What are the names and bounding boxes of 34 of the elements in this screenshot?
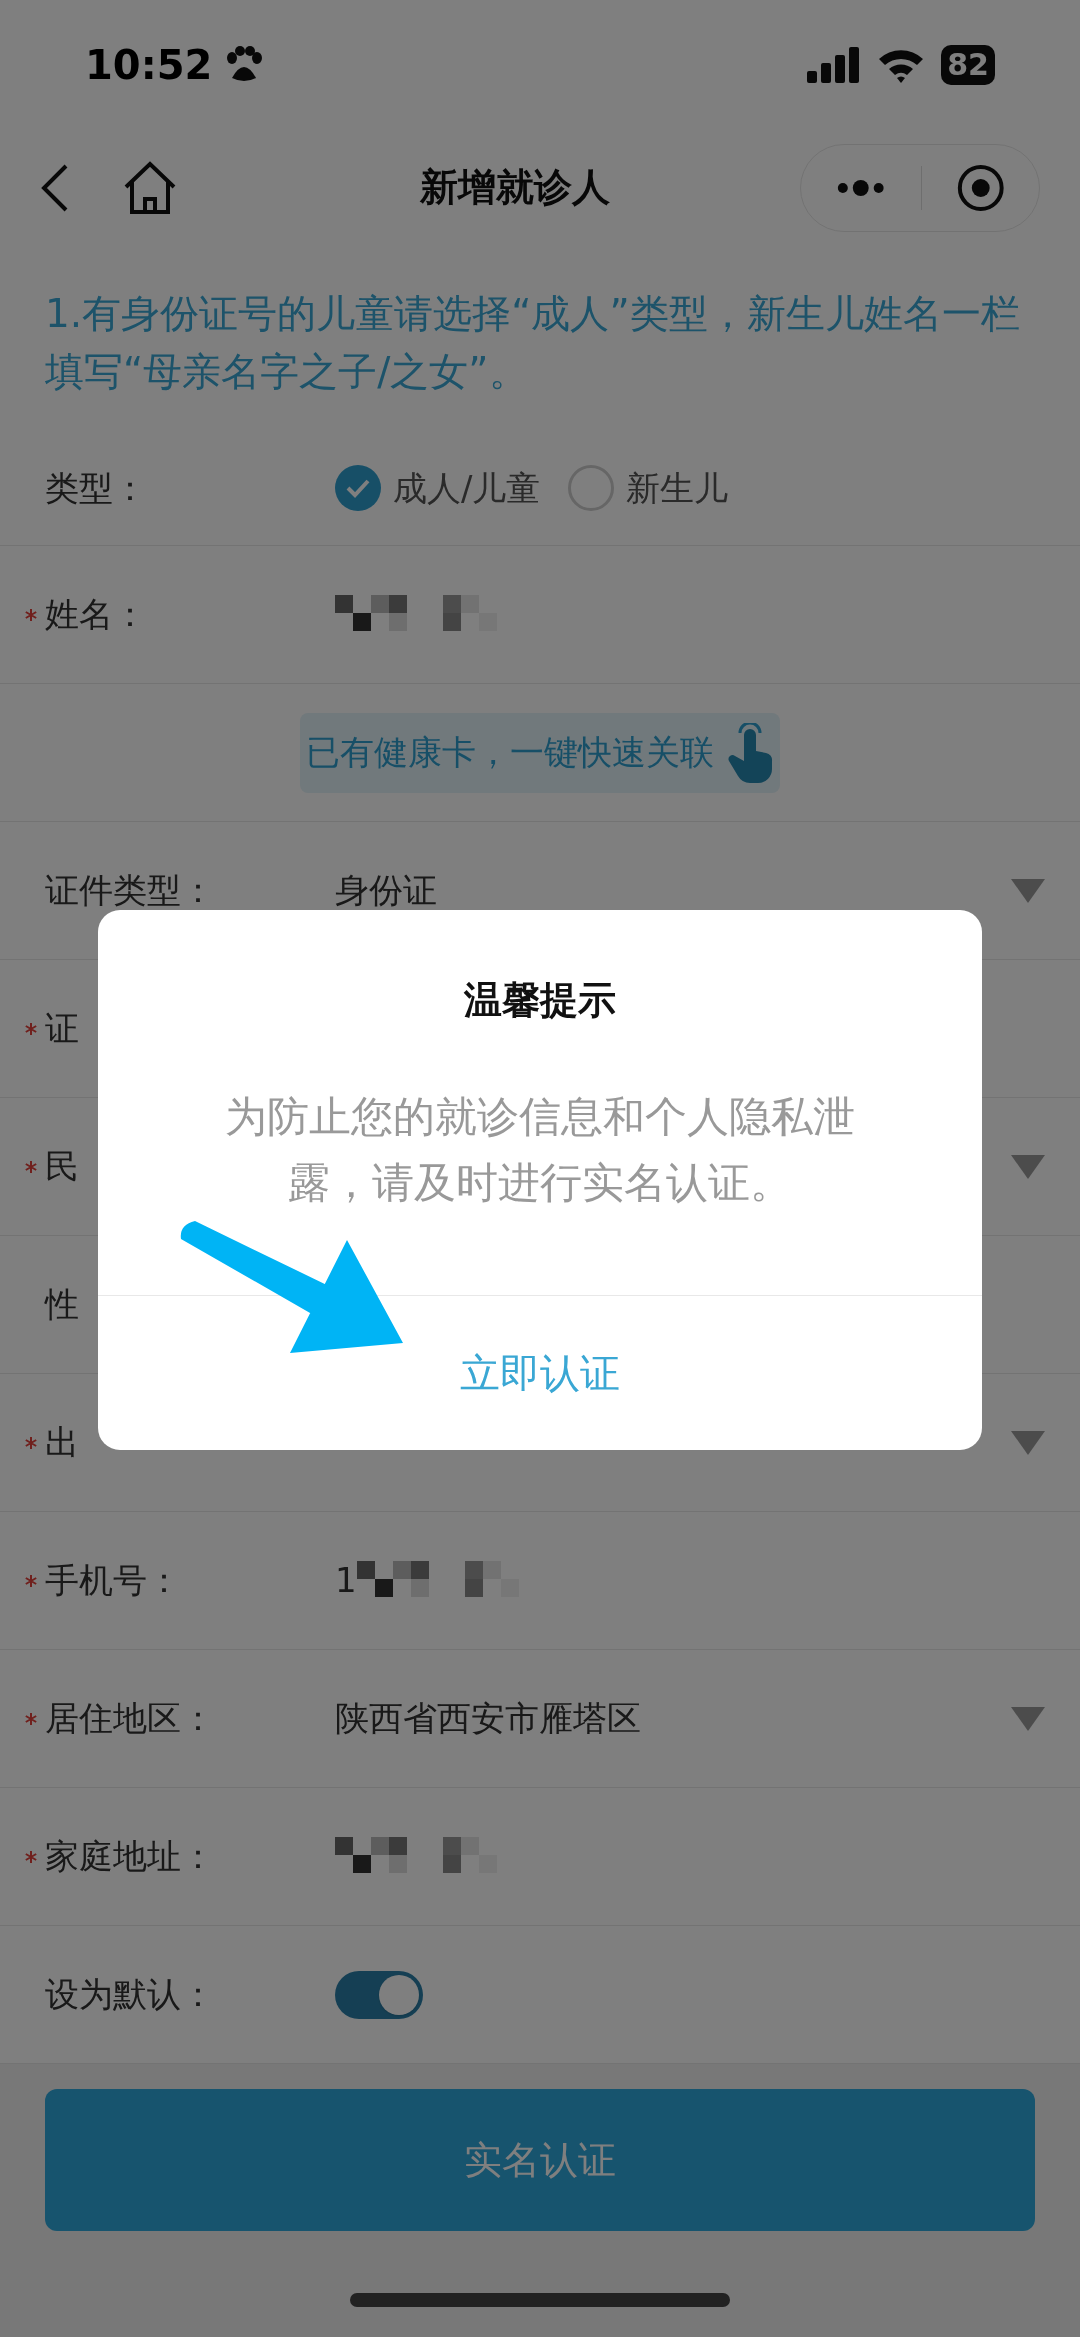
field-label: 出 [45,1421,79,1464]
field-value: 陕西省西安市雁塔区 [335,1697,641,1740]
verify-now-button[interactable]: 立即认证 [450,1335,630,1411]
field-value: 1 [335,1559,357,1602]
battery-indicator: 82 [941,45,995,85]
tap-hand-icon [726,722,774,783]
field-label: 家庭地址： [45,1835,215,1878]
home-icon[interactable] [122,160,178,215]
field-label: 证件类型： [45,869,215,912]
link-health-card-button[interactable]: 已有健康卡，一键快速关联 [300,712,780,793]
checked-circle-icon [335,465,381,511]
dialog-title: 温馨提示 [463,977,617,1024]
page-title: 新增就诊人 [420,164,610,211]
status-time: 10:52 [85,41,213,90]
field-label: 类型： [45,466,147,510]
radio-circle-icon [568,465,615,511]
field-label: 居住地区： [45,1697,215,1740]
paw-icon [224,46,265,84]
field-label: 设为默认： [45,1973,215,2016]
wifi-icon [877,47,926,83]
field-value: 身份证 [335,869,437,912]
verify-button[interactable]: 实名认证 [45,2089,1035,2231]
hint-text: 1.有身份证号的儿童请选择“成人”类型，新生儿姓名一栏填写“母亲名字之子/之女”。 [45,290,1021,396]
field-label: 民 [45,1145,79,1188]
signal-icon [807,47,862,83]
field-label: 手机号： [45,1559,181,1602]
field-label: 姓名： [45,593,147,636]
toggle-switch[interactable] [335,1970,423,2019]
dialog-message: 为防止您的就诊信息和个人隐私泄露，请及时进行实名认证。 [224,1091,856,1209]
radio-option[interactable]: 新生儿 [568,462,729,514]
radio-option[interactable]: 成人/儿童 [335,462,541,514]
back-icon[interactable] [40,163,70,212]
field-label: 性 [45,1283,79,1326]
field-label: 证 [45,1007,79,1050]
